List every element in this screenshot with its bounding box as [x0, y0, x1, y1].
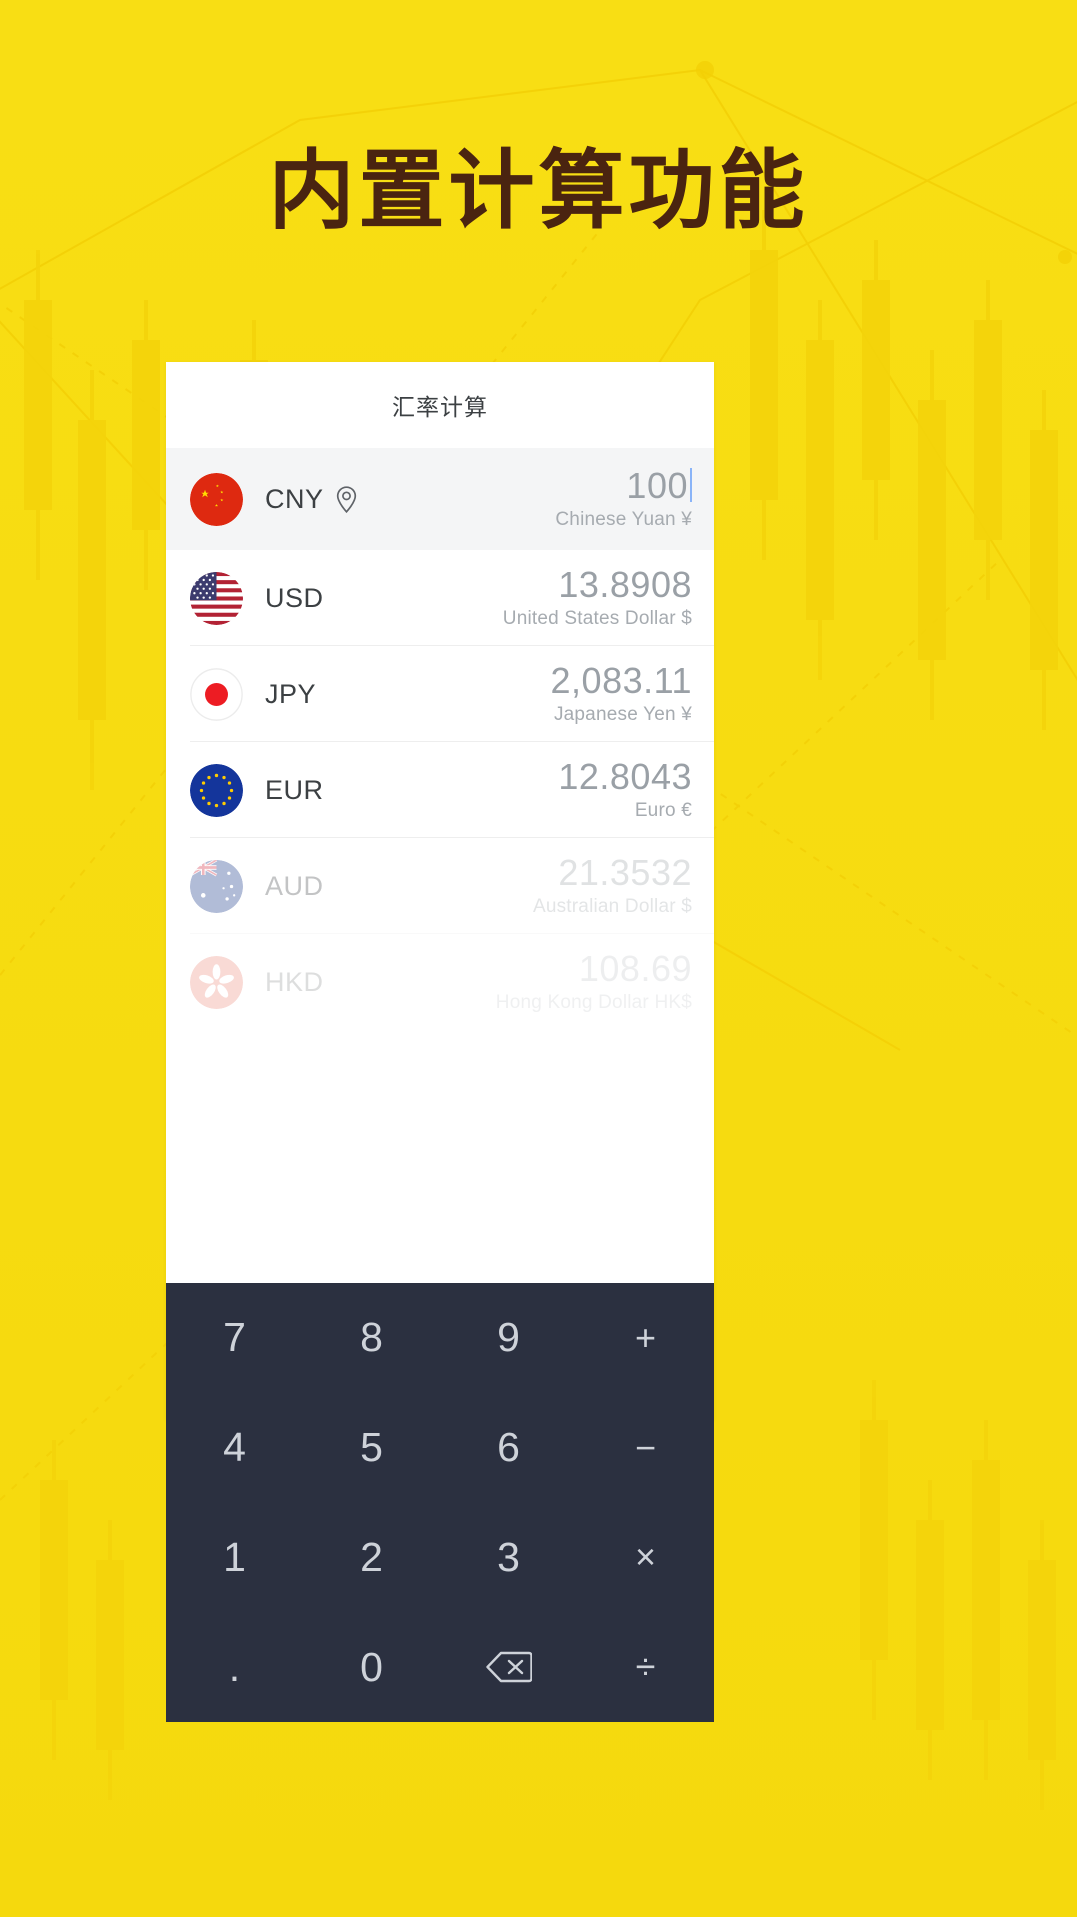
us-flag-icon: [190, 571, 243, 625]
location-pin-icon[interactable]: [335, 485, 358, 513]
key-7[interactable]: 7: [166, 1283, 303, 1393]
currency-code-cny: CNY: [265, 483, 324, 514]
currency-row-aud[interactable]: AUD 21.3532 Australian Dollar $: [166, 838, 714, 934]
currency-code-hkd: HKD: [265, 966, 324, 997]
backspace-icon: [485, 1650, 532, 1684]
currency-code-aud: AUD: [265, 870, 324, 901]
key-8[interactable]: 8: [303, 1283, 440, 1393]
currency-code-usd: USD: [265, 582, 324, 613]
currency-list[interactable]: CNY 100 Chinese Yuan ¥ USD 13.8908 Unite…: [166, 448, 714, 1030]
jp-flag-icon: [190, 667, 243, 721]
app-header-title: 汇率计算: [392, 394, 488, 420]
currency-fullname-cny: Chinese Yuan ¥: [555, 509, 692, 531]
key-0[interactable]: 0: [303, 1612, 440, 1722]
amount-block-hkd[interactable]: 108.69 Hong Kong Dollar HK$: [495, 947, 692, 1015]
currency-code-eur: EUR: [265, 774, 324, 805]
amount-block-eur[interactable]: 12.8043 Euro €: [558, 755, 692, 823]
amount-block-cny[interactable]: 100 Chinese Yuan ¥: [555, 464, 692, 532]
key-plus[interactable]: +: [577, 1283, 714, 1393]
currency-row-cny[interactable]: CNY 100 Chinese Yuan ¥: [166, 448, 714, 550]
amount-value-hkd: 108.69: [578, 947, 692, 989]
currency-row-eur[interactable]: EUR 12.8043 Euro €: [166, 742, 714, 838]
numeric-keypad[interactable]: 7 8 9 + 4 5 6 − 1 2 3 × . 0 ÷: [166, 1283, 714, 1722]
app-header: 汇率计算: [166, 362, 714, 448]
amount-value-cny[interactable]: 100: [626, 464, 692, 506]
key-1[interactable]: 1: [166, 1503, 303, 1613]
key-6[interactable]: 6: [440, 1393, 577, 1503]
amount-block-aud[interactable]: 21.3532 Australian Dollar $: [532, 851, 692, 919]
currency-row-hkd[interactable]: HKD 108.69 Hong Kong Dollar HK$: [166, 934, 714, 1030]
currency-fullname-jpy: Japanese Yen ¥: [553, 704, 692, 726]
amount-value-eur: 12.8043: [558, 755, 692, 797]
key-9[interactable]: 9: [440, 1283, 577, 1393]
key-3[interactable]: 3: [440, 1503, 577, 1613]
eu-flag-icon: [190, 763, 243, 817]
amount-text-cny: 100: [626, 464, 688, 506]
key-divide[interactable]: ÷: [577, 1612, 714, 1722]
page-title: 内置计算功能: [268, 141, 809, 241]
amount-value-usd: 13.8908: [558, 563, 692, 605]
app-screenshot-card: 汇率计算 CNY 100 Chinese Yuan ¥ USD 13.8908 …: [166, 362, 714, 1420]
key-decimal[interactable]: .: [166, 1612, 303, 1722]
au-flag-icon: [190, 859, 243, 913]
amount-block-jpy[interactable]: 2,083.11 Japanese Yen ¥: [550, 659, 692, 727]
key-backspace[interactable]: [440, 1612, 577, 1722]
amount-value-aud: 21.3532: [558, 851, 692, 893]
key-5[interactable]: 5: [303, 1393, 440, 1503]
text-cursor-caret: [690, 468, 692, 503]
currency-fullname-aud: Australian Dollar $: [532, 896, 692, 918]
amount-block-usd[interactable]: 13.8908 United States Dollar $: [502, 563, 692, 631]
amount-value-jpy: 2,083.11: [550, 659, 692, 701]
currency-fullname-hkd: Hong Kong Dollar HK$: [495, 992, 692, 1014]
key-minus[interactable]: −: [577, 1393, 714, 1503]
cn-flag-icon: [190, 472, 243, 526]
key-4[interactable]: 4: [166, 1393, 303, 1503]
currency-fullname-usd: United States Dollar $: [502, 608, 692, 630]
hk-flag-icon: [190, 955, 243, 1009]
currency-fullname-eur: Euro €: [634, 800, 692, 822]
key-2[interactable]: 2: [303, 1503, 440, 1613]
currency-row-usd[interactable]: USD 13.8908 United States Dollar $: [166, 550, 714, 646]
key-multiply[interactable]: ×: [577, 1503, 714, 1613]
currency-code-jpy: JPY: [265, 678, 317, 709]
currency-row-jpy[interactable]: JPY 2,083.11 Japanese Yen ¥: [166, 646, 714, 742]
